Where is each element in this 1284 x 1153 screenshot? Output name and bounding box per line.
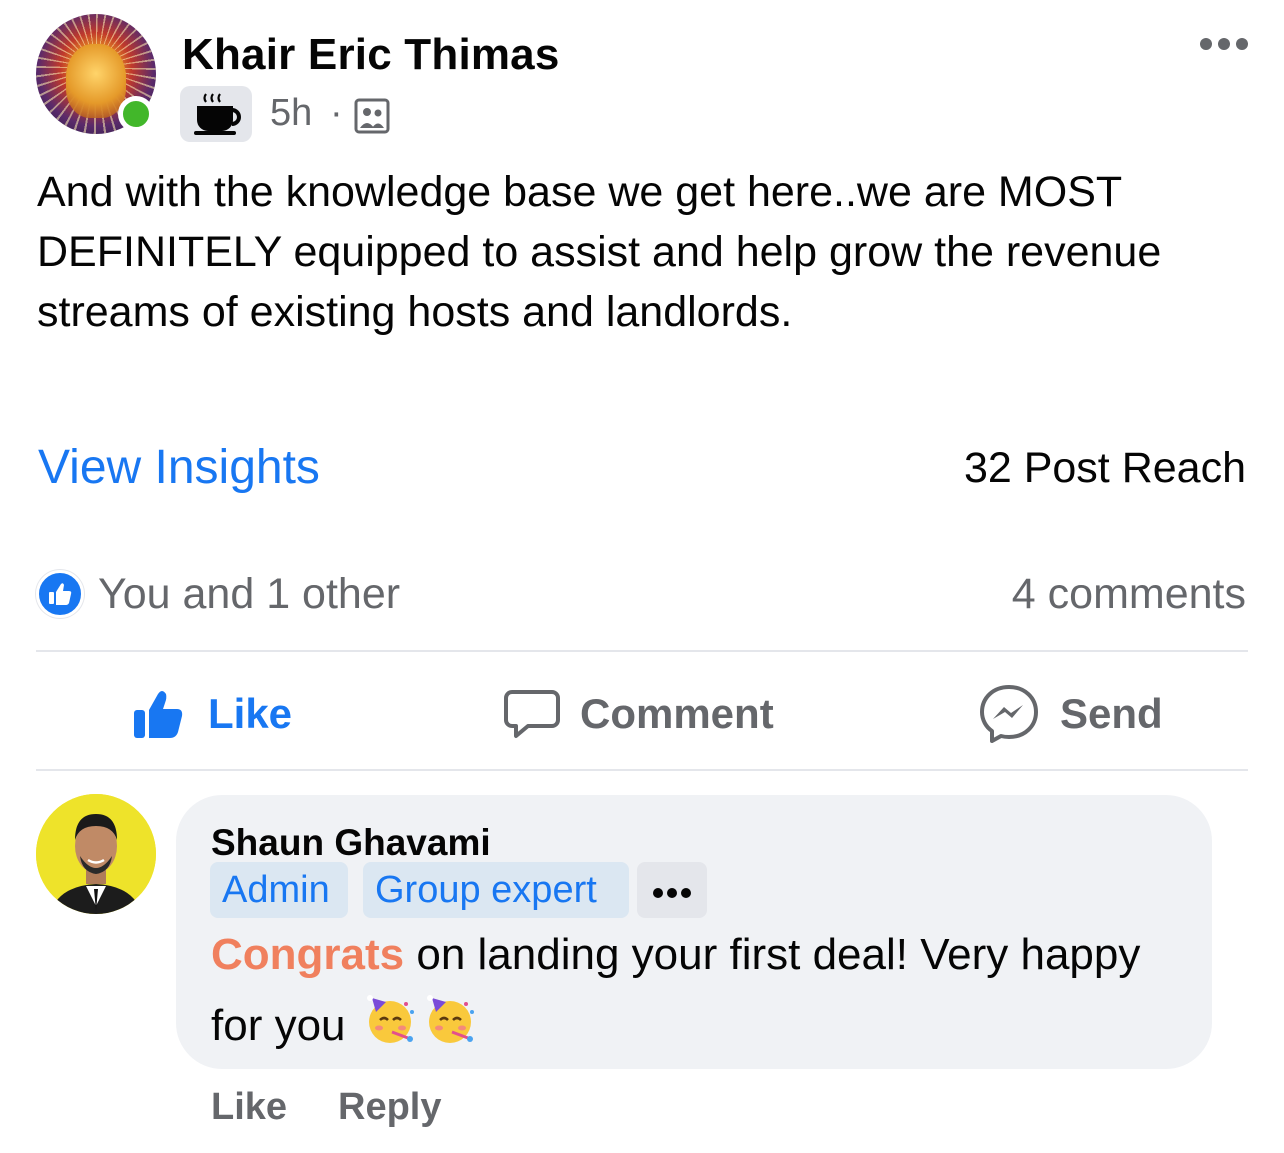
comment-bubble-icon <box>504 690 560 738</box>
online-status-dot <box>118 96 154 132</box>
partying-face-icon <box>422 990 478 1067</box>
like-reaction-icon[interactable] <box>36 570 84 618</box>
poster-name[interactable]: Khair Eric Thimas <box>182 30 560 80</box>
comments-count[interactable]: 4 comments <box>1012 570 1246 619</box>
comment-reply-button[interactable]: Reply <box>338 1086 441 1129</box>
like-label: Like <box>208 690 293 737</box>
post-time[interactable]: 5h <box>270 92 312 135</box>
like-button[interactable]: Like <box>132 672 292 756</box>
send-button[interactable]: Send <box>978 672 1163 756</box>
view-insights-link[interactable]: View Insights <box>38 440 320 495</box>
avatar-face <box>66 44 126 118</box>
messenger-icon <box>980 685 1038 743</box>
comment-like-button[interactable]: Like <box>211 1086 287 1129</box>
divider-top <box>36 650 1248 652</box>
highlight-word: Congrats <box>211 930 405 979</box>
group-icon <box>354 98 390 139</box>
partying-face-icon <box>362 990 418 1067</box>
send-label: Send <box>1060 690 1163 737</box>
more-dots-icon <box>653 888 691 898</box>
post-text: And with the knowledge base we get here.… <box>37 168 1162 336</box>
more-options-icon[interactable] <box>1198 34 1250 59</box>
comment-label: Comment <box>580 690 774 737</box>
meta-separator: · <box>330 92 343 134</box>
group-expert-badge[interactable]: Group expert <box>363 862 629 918</box>
post-reach: 32 Post Reach <box>963 444 1246 492</box>
person-portrait-icon <box>36 794 156 914</box>
thumbs-up-icon <box>134 691 183 738</box>
coffee-cup-icon <box>194 93 241 135</box>
commenter-name[interactable]: Shaun Ghavami <box>211 822 491 864</box>
commenter-avatar[interactable] <box>36 794 156 914</box>
reactions-summary[interactable]: You and 1 other <box>98 570 400 619</box>
comment-button[interactable]: Comment <box>504 672 774 756</box>
comment-text: Congrats on landing your first deal! Ver… <box>211 920 1201 1067</box>
badge-more-button[interactable] <box>637 862 707 918</box>
coffee-badge[interactable] <box>180 86 252 142</box>
admin-badge[interactable]: Admin <box>210 862 348 918</box>
divider-bottom <box>36 769 1248 771</box>
